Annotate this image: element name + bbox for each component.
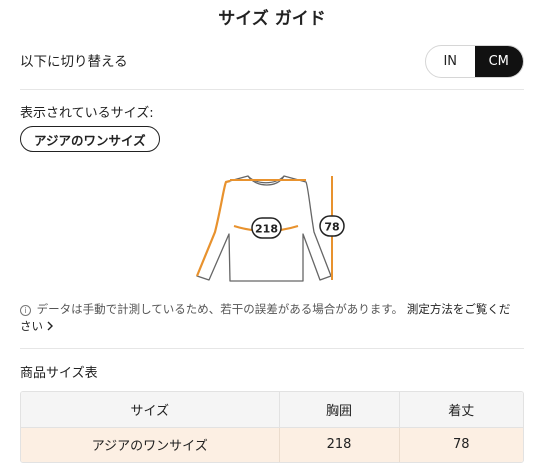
table-row: アジアのワンサイズ 218 78 bbox=[21, 426, 523, 462]
unit-switch-label: 以下に切り替える bbox=[20, 54, 128, 70]
unit-option-in[interactable]: IN bbox=[426, 46, 475, 77]
cell-length: 78 bbox=[398, 426, 523, 462]
column-header-length: 着丈 bbox=[398, 392, 523, 427]
unit-switch-row: 以下に切り替える IN CM bbox=[20, 45, 524, 78]
size-chip[interactable]: アジアのワンサイズ bbox=[20, 126, 160, 152]
sweater-measurement-diagram: 218 78 bbox=[195, 175, 345, 282]
divider bbox=[20, 89, 524, 90]
chevron-right-icon bbox=[47, 321, 53, 331]
note-text: データは手動で計測しているため、若干の誤差がある場合があります。 bbox=[36, 302, 404, 316]
unit-option-cm[interactable]: CM bbox=[474, 46, 523, 77]
info-icon: i bbox=[20, 305, 31, 316]
displayed-size-label: 表示されているサイズ: bbox=[20, 106, 154, 121]
unit-toggle[interactable]: IN CM bbox=[425, 45, 524, 78]
length-value: 78 bbox=[324, 221, 339, 234]
cell-size: アジアのワンサイズ bbox=[21, 426, 279, 462]
divider bbox=[20, 348, 524, 349]
cell-chest: 218 bbox=[278, 426, 399, 462]
table-header-row: サイズ 胸囲 着丈 bbox=[21, 392, 523, 427]
size-table-title: 商品サイズ表 bbox=[20, 366, 98, 381]
column-header-size: サイズ bbox=[21, 392, 279, 427]
size-table: サイズ 胸囲 着丈 アジアのワンサイズ 218 78 bbox=[20, 391, 524, 463]
how-to-measure-link-text-1: 測定方法をご覧くだ bbox=[406, 302, 511, 316]
column-header-chest: 胸囲 bbox=[278, 392, 399, 427]
measurement-note: i データは手動で計測しているため、若干の誤差がある場合があります。 測定方法を… bbox=[20, 301, 524, 335]
how-to-measure-link-text-2: さい bbox=[20, 319, 43, 333]
chest-value: 218 bbox=[255, 223, 278, 236]
page-title: サイズ ガイド bbox=[218, 9, 326, 29]
